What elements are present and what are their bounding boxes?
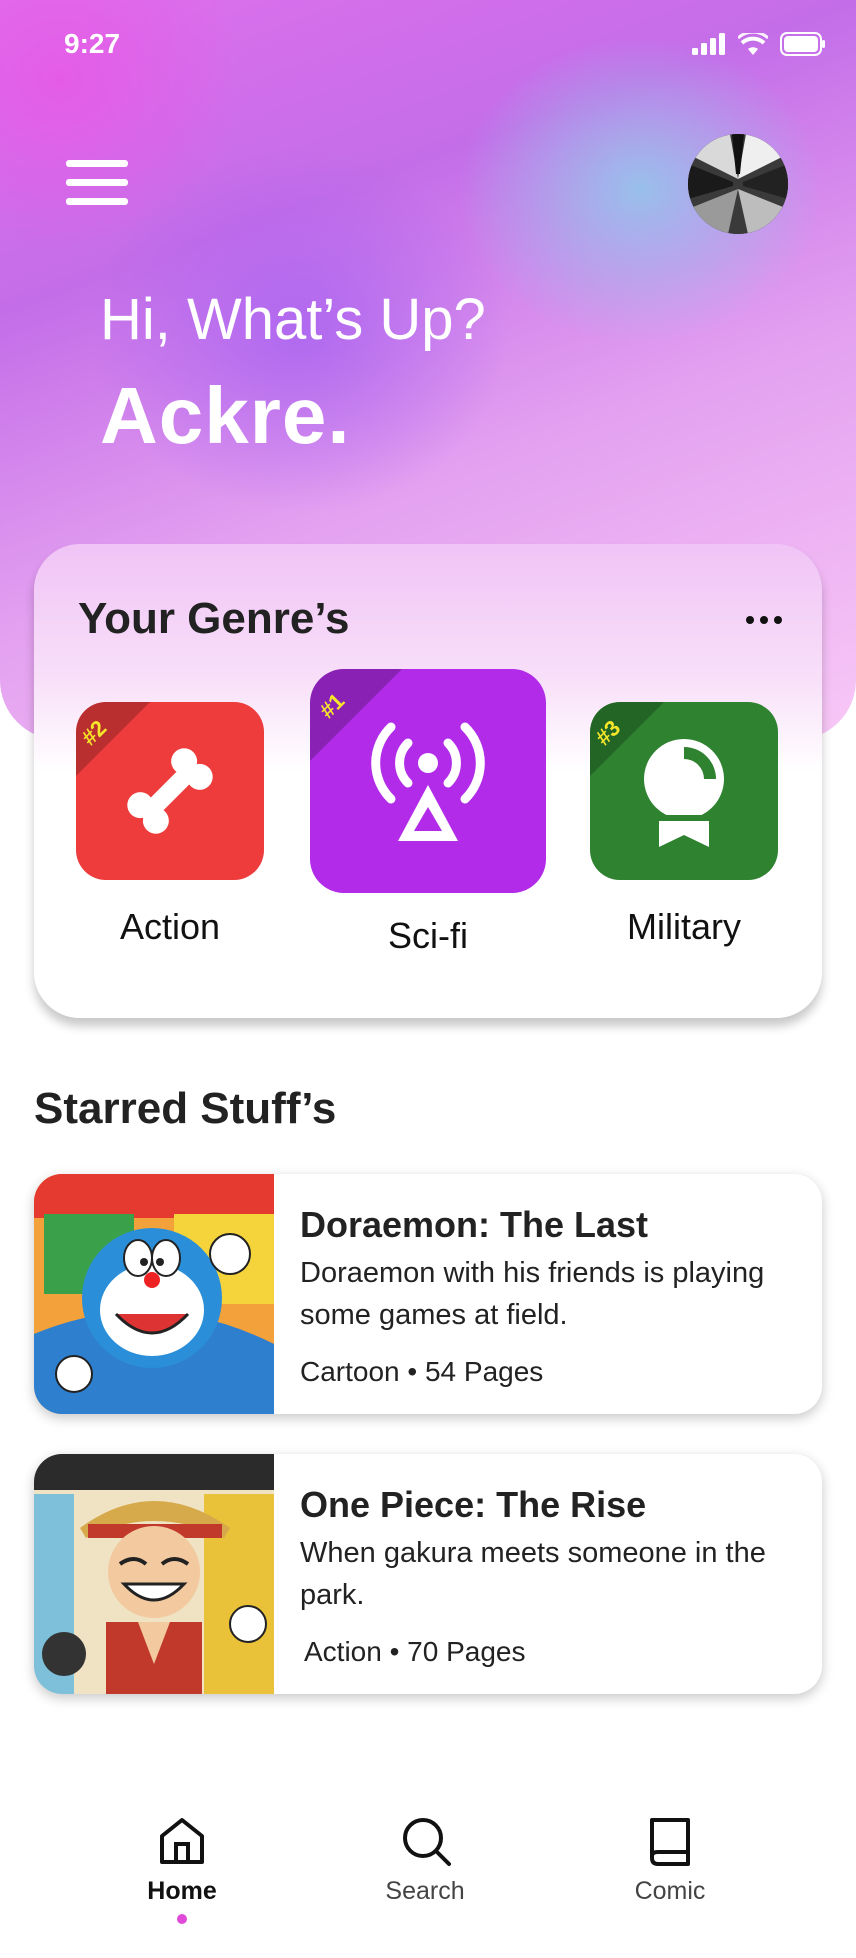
active-indicator-dot bbox=[177, 1914, 187, 1924]
genre-label: Military bbox=[627, 906, 741, 947]
starred-item-title: Doraemon: The Last bbox=[300, 1204, 649, 1245]
home-icon bbox=[160, 1818, 204, 1864]
starred-item-onepiece[interactable]: One Piece: The Rise When gakura meets so… bbox=[34, 1454, 822, 1694]
genre-scifi[interactable]: #1 Sci-fi bbox=[310, 669, 546, 957]
starred-section-title: Starred Stuff’s bbox=[34, 1084, 337, 1133]
nav-comic-label: Comic bbox=[634, 1877, 706, 1905]
status-icons bbox=[692, 32, 826, 56]
search-icon bbox=[403, 1818, 451, 1866]
doraemon-cover-image bbox=[34, 1174, 274, 1414]
genre-military[interactable]: #3 Military bbox=[590, 702, 778, 948]
genre-military-tile[interactable]: #3 bbox=[590, 702, 778, 880]
battery-icon bbox=[780, 32, 825, 56]
starred-item-doraemon[interactable]: Doraemon: The Last Doraemon with his fri… bbox=[34, 1174, 822, 1414]
genre-label: Action bbox=[119, 906, 221, 947]
genre-section-title: Your Genre’s bbox=[78, 594, 350, 643]
nav-comic[interactable]: Comic bbox=[590, 1812, 750, 1906]
genre-card: Your Genre’s #2 Action #1 Sci-fi #3 Mili… bbox=[34, 544, 822, 1018]
starred-item-description: When gakura meets someone in the park. bbox=[300, 1537, 766, 1611]
onepiece-cover-image bbox=[34, 1454, 274, 1694]
nav-search-label: Search bbox=[385, 1877, 465, 1905]
status-time: 9:27 bbox=[64, 28, 121, 59]
starred-item-description: Doraemon with his friends is playing som… bbox=[300, 1257, 765, 1331]
book-icon bbox=[650, 1818, 690, 1866]
greeting-text: Hi, What’s Up? bbox=[100, 287, 486, 352]
nav-search[interactable]: Search bbox=[345, 1812, 505, 1906]
starred-item-meta: Action • 70 Pages bbox=[304, 1636, 526, 1667]
more-options-icon[interactable] bbox=[746, 616, 782, 624]
wifi-icon bbox=[738, 33, 768, 55]
genre-action[interactable]: #2 Action bbox=[76, 702, 264, 948]
avatar[interactable] bbox=[688, 134, 788, 234]
genre-action-tile[interactable]: #2 bbox=[76, 702, 264, 880]
nav-home[interactable]: Home bbox=[102, 1812, 262, 1924]
hamburger-menu-icon[interactable] bbox=[66, 160, 128, 210]
genre-label: Sci-fi bbox=[388, 915, 468, 956]
user-name: Ackre. bbox=[100, 371, 351, 460]
bottom-nav: Home Search Comic bbox=[0, 1800, 856, 1958]
starred-item-title: One Piece: The Rise bbox=[300, 1484, 647, 1525]
genre-scifi-tile[interactable]: #1 bbox=[310, 669, 546, 893]
signal-icon bbox=[692, 33, 725, 55]
nav-home-label: Home bbox=[147, 1877, 217, 1905]
starred-item-meta: Cartoon • 54 Pages bbox=[300, 1356, 544, 1387]
